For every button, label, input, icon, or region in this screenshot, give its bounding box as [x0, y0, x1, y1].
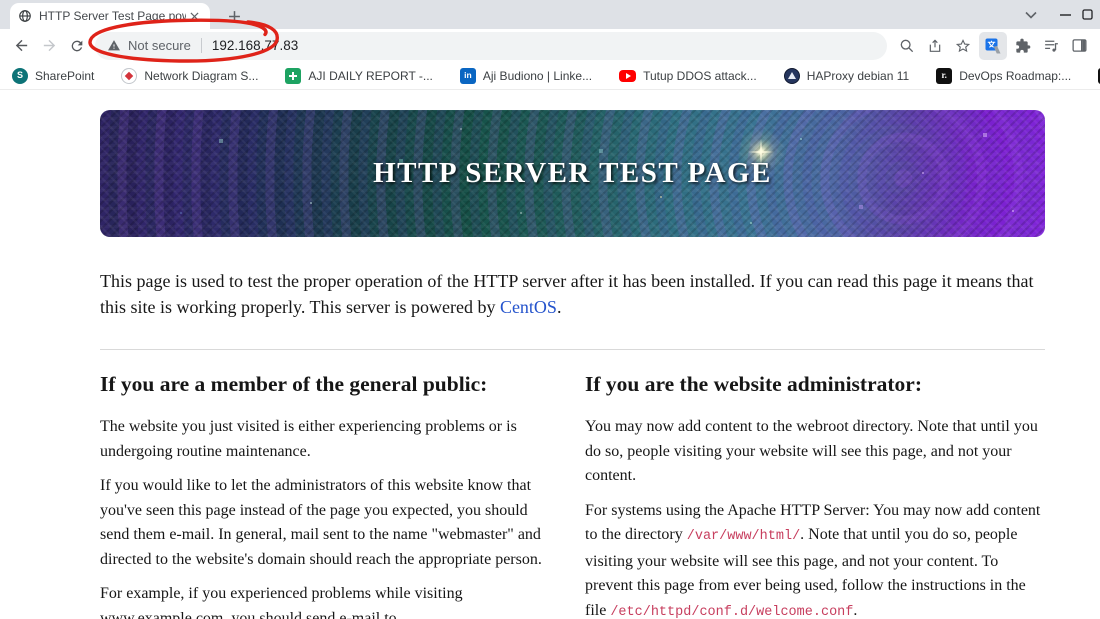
sharepoint-icon: S [12, 67, 28, 84]
paragraph: If you would like to let the administrat… [100, 477, 542, 568]
roadmap-icon: r. [936, 67, 953, 84]
paragraph: You may now add content to the webroot d… [585, 418, 1038, 484]
bookmarks-bar: S SharePoint Network Diagram S... AJI DA… [0, 62, 1100, 90]
maximize-button[interactable] [1082, 0, 1100, 29]
linkedin-icon: in [459, 67, 476, 84]
website-administrator-column: If you are the website administrator: Yo… [585, 350, 1045, 619]
bookmark-network-diagram[interactable]: Network Diagram S... [121, 67, 258, 84]
browser-tab[interactable]: HTTP Server Test Page powered [10, 3, 210, 29]
path-code: /var/www/html/ [686, 529, 801, 544]
bookmark-sharepoint[interactable]: S SharePoint [12, 67, 94, 84]
tab-strip: HTTP Server Test Page powered [0, 0, 1100, 29]
browser-window: HTTP Server Test Page powered [0, 0, 1100, 619]
centos-link[interactable]: CentOS [500, 297, 557, 317]
bookmark-linkedin[interactable]: in Aji Budiono | Linke... [459, 67, 592, 84]
omnibox-divider [200, 38, 202, 53]
new-tab-button[interactable] [224, 6, 244, 26]
minimize-button[interactable] [1048, 0, 1082, 29]
security-label: Not secure [128, 38, 191, 53]
globe-favicon-icon [18, 9, 32, 23]
test-page-banner: HTTP SERVER TEST PAGE [100, 110, 1045, 237]
path-code: /etc/httpd/conf.d/welcome.conf [610, 604, 854, 619]
paragraph: For example, if you experienced problems… [100, 585, 463, 619]
not-secure-warning-icon[interactable] [107, 39, 121, 52]
tab-close-icon[interactable] [186, 8, 202, 24]
paragraph: For systems using the Apache HTTP Server… [585, 501, 1041, 619]
tab-search-chevron-icon[interactable] [1014, 0, 1048, 29]
bookmark-star-icon[interactable] [949, 32, 977, 60]
tab-title: HTTP Server Test Page powered [39, 9, 186, 23]
general-public-heading: If you are a member of the general publi… [100, 372, 488, 396]
browser-toolbar: Not secure 192.168.77.83 [0, 29, 1100, 62]
page-content: HTTP SERVER TEST PAGE This page is used … [0, 110, 1100, 619]
google-sheets-icon [285, 67, 302, 84]
search-icon[interactable] [893, 32, 921, 60]
haproxy-icon [783, 67, 800, 84]
url-text[interactable]: 192.168.77.83 [212, 38, 298, 53]
translate-icon[interactable] [979, 31, 1007, 60]
paragraph: The website you just visited is either e… [100, 418, 517, 460]
bookmark-aji-daily-report[interactable]: AJI DAILY REPORT -... [285, 67, 433, 84]
general-public-column: If you are a member of the general publi… [100, 350, 560, 619]
extensions-puzzle-icon[interactable] [1009, 32, 1037, 60]
bookmark-haproxy[interactable]: HAProxy debian 11 [783, 67, 909, 84]
page-title: HTTP SERVER TEST PAGE [373, 157, 772, 189]
website-administrator-heading: If you are the website administrator: [585, 372, 922, 396]
youtube-icon [619, 69, 637, 82]
intro-paragraph: This page is used to test the proper ope… [100, 271, 1034, 317]
share-icon[interactable] [921, 32, 949, 60]
forward-button[interactable] [35, 32, 63, 60]
back-button[interactable] [7, 32, 35, 60]
address-bar[interactable]: Not secure 192.168.77.83 [95, 31, 887, 60]
diagram-diamond-icon [121, 67, 138, 84]
reload-button[interactable] [63, 32, 91, 60]
bookmark-youtube[interactable]: Tutup DDOS attack... [619, 69, 757, 83]
media-controls-icon[interactable] [1037, 32, 1065, 60]
bookmark-devops-roadmap[interactable]: r. DevOps Roadmap:... [936, 67, 1071, 84]
side-panel-icon[interactable] [1065, 32, 1093, 60]
